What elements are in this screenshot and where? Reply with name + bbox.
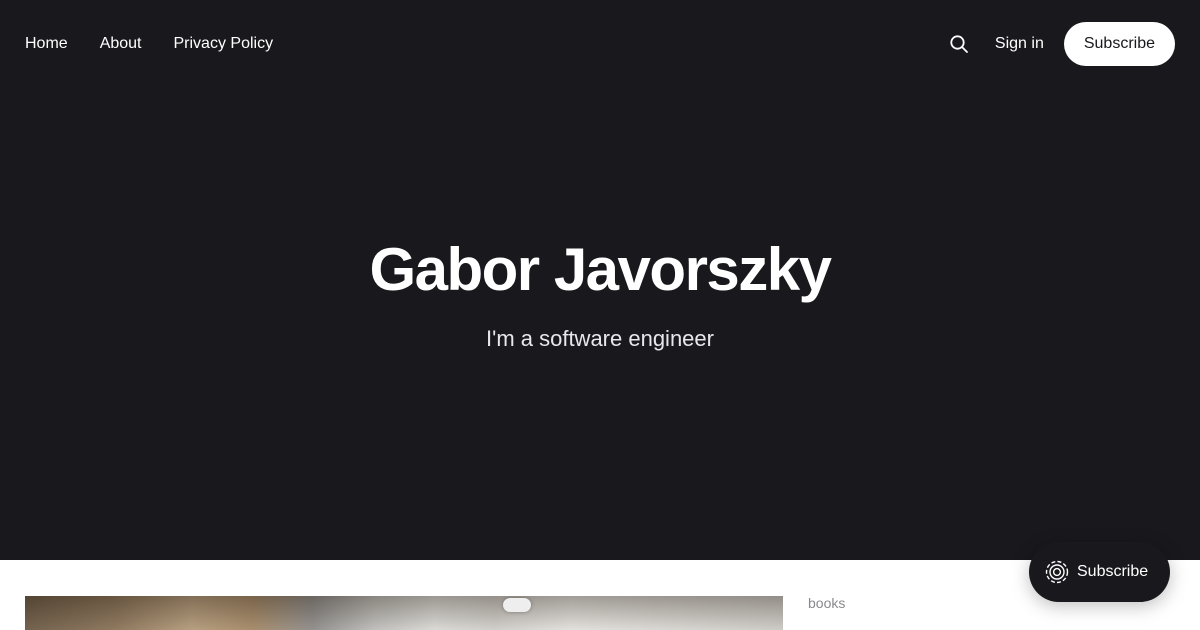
post-feature-image[interactable] (25, 596, 783, 630)
portal-subscribe-label: Subscribe (1077, 563, 1149, 580)
nav-link-about[interactable]: About (100, 35, 142, 53)
subscribe-button[interactable]: Subscribe (1063, 22, 1175, 66)
portal-icon (1045, 560, 1069, 584)
search-icon (950, 35, 968, 53)
site-title: Gabor Javorszky (369, 236, 832, 303)
post-tag[interactable]: books (808, 595, 845, 611)
site-header: Home About Privacy Policy Sign in Subscr… (0, 0, 1200, 560)
search-button[interactable] (947, 32, 971, 56)
site-description: I'm a software engineer (486, 326, 714, 351)
post-feed: books (0, 560, 1200, 630)
primary-menu: Home About Privacy Policy (25, 0, 273, 88)
portal-subscribe-button[interactable]: Subscribe (1029, 542, 1170, 602)
nav-link-home[interactable]: Home (25, 35, 68, 53)
sign-in-link[interactable]: Sign in (995, 35, 1044, 53)
site-intro: Gabor Javorszky I'm a software engineer (0, 240, 1200, 352)
nav-link-privacy-policy[interactable]: Privacy Policy (174, 35, 274, 53)
top-navigation: Home About Privacy Policy Sign in Subscr… (0, 0, 1200, 88)
member-actions: Sign in Subscribe (947, 0, 1175, 88)
